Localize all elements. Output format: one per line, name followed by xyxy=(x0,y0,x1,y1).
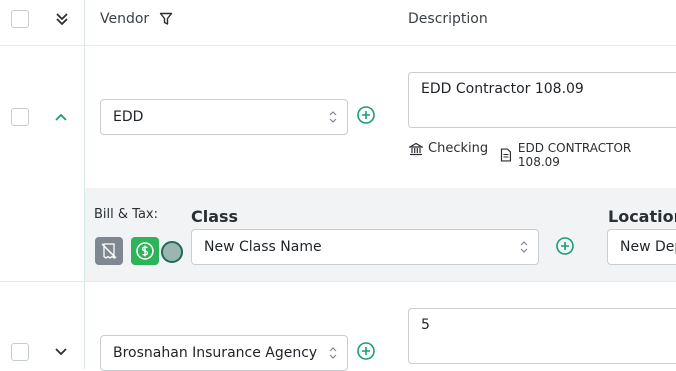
location-select[interactable]: New Dep xyxy=(607,229,676,265)
description-column-header: Description xyxy=(408,11,488,27)
class-select-value: New Class Name xyxy=(204,239,322,255)
vendor-select-value: EDD xyxy=(113,109,144,125)
row-divider xyxy=(0,281,676,282)
double-chevron-down-icon[interactable] xyxy=(54,11,70,27)
bill-tax-label: Bill & Tax: xyxy=(94,207,158,222)
chevron-up-icon[interactable] xyxy=(54,110,68,124)
row-checkbox[interactable] xyxy=(11,343,29,361)
vendor-select[interactable]: Brosnahan Insurance Agency xyxy=(100,335,348,371)
row-checkbox[interactable] xyxy=(11,108,29,126)
location-select-value: New Dep xyxy=(620,239,676,255)
memo-info: EDD CONTRACTOR 108.09 xyxy=(500,141,676,169)
description-value: 5 xyxy=(421,317,430,333)
no-receipt-badge[interactable] xyxy=(95,237,123,265)
class-label: Class xyxy=(191,207,239,226)
location-label: Location xyxy=(608,207,676,226)
description-field[interactable]: EDD Contractor 108.09 xyxy=(408,72,676,128)
vendor-column-header[interactable]: Vendor xyxy=(100,11,149,27)
header-divider xyxy=(0,45,676,46)
vendor-select-value: Brosnahan Insurance Agency xyxy=(113,345,318,361)
document-icon xyxy=(500,148,512,162)
left-rail-divider xyxy=(84,0,85,369)
select-arrows-icon xyxy=(329,347,337,359)
tax-badge[interactable] xyxy=(131,237,159,265)
select-all-checkbox[interactable] xyxy=(11,10,29,28)
description-value: EDD Contractor 108.09 xyxy=(421,81,584,97)
add-vendor-button[interactable] xyxy=(356,341,376,361)
no-receipt-icon xyxy=(101,243,117,260)
dollar-icon xyxy=(136,242,154,260)
chevron-down-icon[interactable] xyxy=(54,345,68,359)
vendor-select[interactable]: EDD xyxy=(100,99,348,135)
memo-text: EDD CONTRACTOR 108.09 xyxy=(517,141,632,169)
add-class-button[interactable] xyxy=(555,236,575,256)
description-field[interactable]: 5 xyxy=(408,308,676,364)
account-info: Checking xyxy=(409,141,488,156)
select-arrows-icon xyxy=(520,241,528,253)
bank-icon xyxy=(409,142,423,155)
filter-icon[interactable] xyxy=(159,12,173,26)
account-name: Checking xyxy=(428,141,489,156)
class-select[interactable]: New Class Name xyxy=(191,229,539,265)
select-arrows-icon xyxy=(329,111,337,123)
add-vendor-button[interactable] xyxy=(356,105,376,125)
status-toggle[interactable] xyxy=(161,241,183,263)
